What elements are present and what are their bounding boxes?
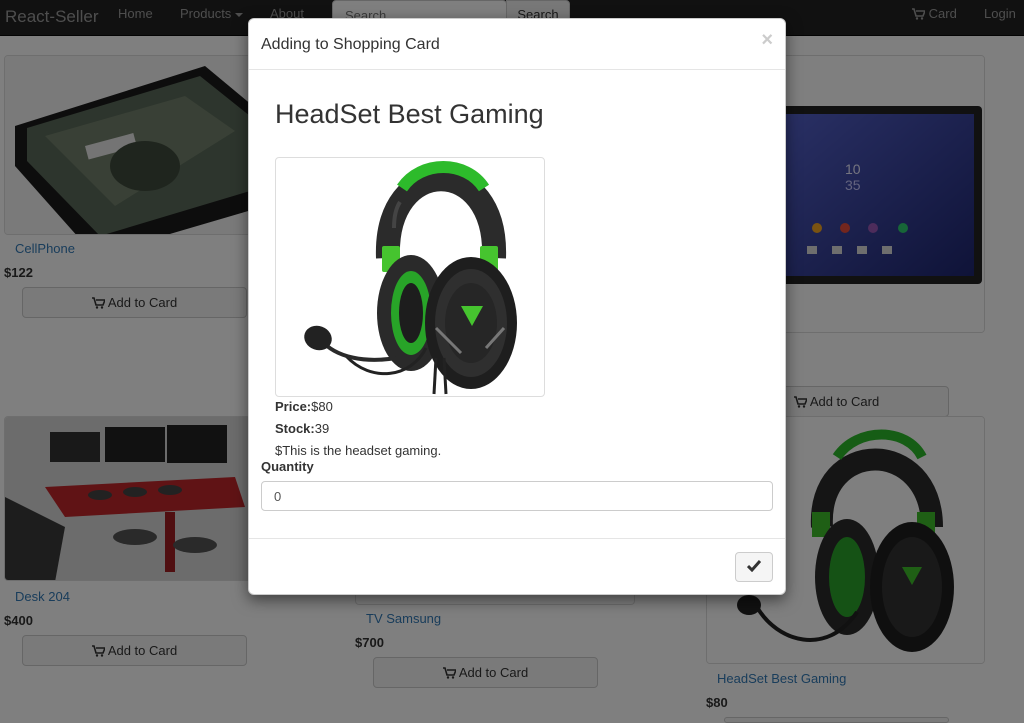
- modal-footer-divider: [249, 538, 785, 539]
- price-row: Price:$80: [275, 399, 333, 414]
- modal-title: Adding to Shopping Card: [261, 36, 440, 53]
- close-icon[interactable]: ×: [761, 30, 773, 50]
- product-description: $This is the headset gaming.: [275, 443, 442, 458]
- add-to-cart-modal: Adding to Shopping Card × HeadSet Best G…: [248, 18, 786, 595]
- quantity-label: Quantity: [261, 459, 314, 474]
- stock-label: Stock:: [275, 421, 315, 436]
- price-label: Price:: [275, 399, 312, 414]
- price-value: $80: [311, 399, 333, 414]
- product-image: [275, 157, 545, 397]
- product-name-heading: HeadSet Best Gaming: [275, 99, 544, 129]
- quantity-input[interactable]: [261, 481, 773, 511]
- headset-image: [304, 161, 517, 395]
- stock-value: 39: [314, 421, 330, 436]
- modal-header: Adding to Shopping Card ×: [249, 19, 785, 70]
- checkmark-icon: [746, 560, 762, 573]
- stock-row: Stock:39: [275, 421, 329, 436]
- confirm-button[interactable]: [735, 552, 773, 582]
